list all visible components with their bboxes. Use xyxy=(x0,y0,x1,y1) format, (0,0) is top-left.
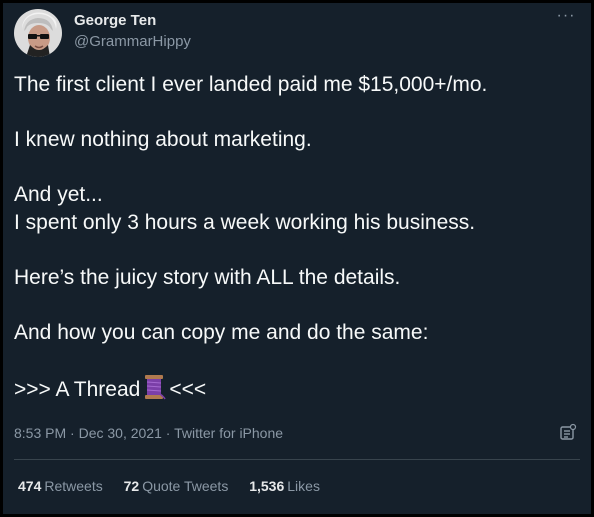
tweet-line: I knew nothing about marketing. xyxy=(14,128,312,151)
meta-separator: · xyxy=(70,425,75,441)
tweet-line: Here’s the juicy story with ALL the deta… xyxy=(14,266,401,289)
tweet-metadata: 8:53 PM · Dec 30, 2021 · Twitter for iPh… xyxy=(14,424,283,442)
likes-label: Likes xyxy=(287,478,320,494)
tweet-paragraph: And yet... I spent only 3 hours a week w… xyxy=(14,181,576,237)
author-handle[interactable]: @GrammarHippy xyxy=(74,32,191,52)
quote-tweets-count: 72 xyxy=(123,478,140,494)
likes-count: 1,536 xyxy=(249,478,285,494)
avatar-image xyxy=(14,9,62,57)
tweet-line: <<< xyxy=(169,378,207,401)
tweet-line: The first client I ever landed paid me $… xyxy=(14,73,488,96)
tweet-time[interactable]: 8:53 PM xyxy=(14,425,66,441)
author-display-name[interactable]: George Ten xyxy=(74,11,191,31)
tweet-line: >>> A Thread xyxy=(14,378,141,401)
tweet-card: George Ten @GrammarHippy ··· The first c… xyxy=(0,0,594,517)
retweets-count: 474 xyxy=(18,478,42,494)
tweet-source[interactable]: Twitter for iPhone xyxy=(174,425,283,441)
tweet-stats: 474 Retweets 72 Quote Tweets 1,536 Likes xyxy=(18,477,337,495)
meta-separator: · xyxy=(165,425,171,441)
quote-tweets-stat[interactable]: 72 Quote Tweets xyxy=(124,477,229,495)
retweets-label: Retweets xyxy=(44,478,103,494)
quote-tweets-label: Quote Tweets xyxy=(142,478,229,494)
more-options-icon[interactable]: ··· xyxy=(554,8,578,29)
tweet-line: And how you can copy me and do the same: xyxy=(14,321,429,344)
tweet-line: I spent only 3 hours a week working his … xyxy=(14,211,476,234)
analytics-icon[interactable] xyxy=(559,423,577,441)
spool-of-thread-icon xyxy=(142,374,166,408)
tweet-date[interactable]: Dec 30, 2021 xyxy=(79,425,162,441)
author-names: George Ten @GrammarHippy xyxy=(74,11,191,52)
avatar[interactable] xyxy=(14,9,62,57)
tweet-header: George Ten @GrammarHippy ··· xyxy=(14,8,580,59)
retweets-stat[interactable]: 474 Retweets xyxy=(18,477,103,495)
tweet-text: The first client I ever landed paid me $… xyxy=(14,71,576,435)
tweet-thread-line: >>> A Thread <<< xyxy=(14,374,576,408)
likes-stat[interactable]: 1,536 Likes xyxy=(249,477,320,495)
divider xyxy=(14,459,580,460)
tweet-line: And yet... xyxy=(14,183,103,206)
